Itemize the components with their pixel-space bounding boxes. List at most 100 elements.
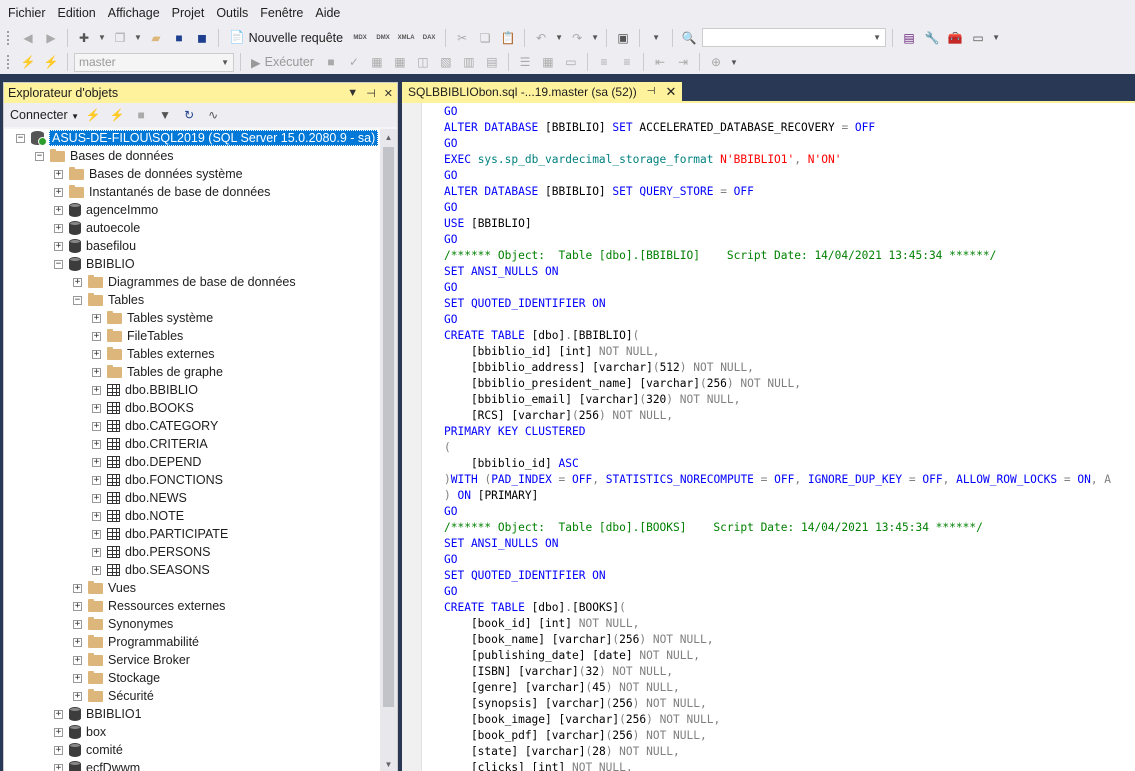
tree-node[interactable]: + Ressources externes xyxy=(73,597,225,615)
tree-node-label[interactable]: ASUS-DE-FILOU\SQL2019 (SQL Server 15.0.2… xyxy=(49,130,379,146)
disconnect-icon[interactable]: ⚡ xyxy=(41,52,61,72)
tree-node-label[interactable]: dbo.CRITERIA xyxy=(125,437,208,451)
menu-edition[interactable]: Edition xyxy=(52,6,102,20)
tree-node-label[interactable]: dbo.NEWS xyxy=(125,491,187,505)
tree-node[interactable]: + basefilou xyxy=(54,237,136,255)
chevron-down-icon[interactable]: ▼ xyxy=(729,52,739,72)
expand-icon[interactable]: + xyxy=(54,763,63,771)
sql-editor[interactable]: GO ALTER DATABASE [BBIBLIO] SET ACCELERAT… xyxy=(402,103,1135,771)
expand-icon[interactable]: + xyxy=(92,493,101,503)
add-item-icon[interactable]: ❐ xyxy=(110,28,130,48)
expand-icon[interactable]: + xyxy=(92,547,101,557)
tree-node-label[interactable]: Bases de données xyxy=(70,149,174,163)
mdx-query-button[interactable]: MDX xyxy=(350,28,370,48)
connect-icon[interactable]: ⚡ xyxy=(18,52,38,72)
tree-node[interactable]: + dbo.PERSONS xyxy=(92,543,210,561)
expand-icon[interactable]: + xyxy=(54,205,63,215)
tree-node[interactable]: + Sécurité xyxy=(73,687,154,705)
tree-node-label[interactable]: dbo.BOOKS xyxy=(125,401,194,415)
tree-node[interactable]: + dbo.BBIBLIO xyxy=(92,381,198,399)
expand-icon[interactable]: + xyxy=(92,565,101,575)
tree-node[interactable]: − Bases de données xyxy=(35,147,174,165)
cut-icon[interactable]: ✂ xyxy=(452,28,472,48)
activity-monitor-icon[interactable]: ▣ xyxy=(613,28,633,48)
pin-icon[interactable]: ⊣ xyxy=(366,87,376,100)
tree-node-label[interactable]: dbo.DEPEND xyxy=(125,455,201,469)
expand-icon[interactable]: + xyxy=(54,223,63,233)
tree-node-label[interactable]: dbo.CATEGORY xyxy=(125,419,218,433)
tree-node[interactable]: + Stockage xyxy=(73,669,160,687)
tree-node[interactable]: + Programmabilité xyxy=(73,633,199,651)
uncomment-icon[interactable]: ≡ xyxy=(617,52,637,72)
expand-icon[interactable]: + xyxy=(92,457,101,467)
expand-icon[interactable]: + xyxy=(92,367,101,377)
back-icon[interactable]: ◀ xyxy=(18,28,38,48)
tree-node[interactable]: + Bases de données système xyxy=(54,165,243,183)
live-stats-icon[interactable]: ▥ xyxy=(459,52,479,72)
tree-node[interactable]: + dbo.DEPEND xyxy=(92,453,201,471)
expand-icon[interactable]: + xyxy=(73,619,82,629)
scroll-down-icon[interactable]: ▼ xyxy=(380,756,397,771)
tree-node[interactable]: + Diagrammes de base de données xyxy=(73,273,296,291)
xmla-query-button[interactable]: XMLA xyxy=(396,28,416,48)
tree-node[interactable]: + autoecole xyxy=(54,219,140,237)
undo-icon[interactable]: ↶ xyxy=(531,28,551,48)
tree-node[interactable]: + dbo.PARTICIPATE xyxy=(92,525,228,543)
expand-icon[interactable]: + xyxy=(73,691,82,701)
increase-indent-icon[interactable]: ⇥ xyxy=(673,52,693,72)
dax-query-button[interactable]: DAX xyxy=(419,28,439,48)
specify-values-icon[interactable]: ⊕ xyxy=(706,52,726,72)
expand-icon[interactable]: + xyxy=(54,727,63,737)
expand-icon[interactable]: + xyxy=(73,583,82,593)
paste-icon[interactable]: 📋 xyxy=(498,28,518,48)
tree-node-label[interactable]: Synonymes xyxy=(108,617,173,631)
tree-node[interactable]: + Vues xyxy=(73,579,136,597)
tree-node-label[interactable]: dbo.PERSONS xyxy=(125,545,210,559)
tree-node[interactable]: + Tables de graphe xyxy=(92,363,223,381)
expand-icon[interactable]: + xyxy=(73,277,82,287)
expand-icon[interactable]: + xyxy=(92,439,101,449)
tree-scrollbar[interactable]: ▲ ▼ xyxy=(380,129,397,771)
tree-node-label[interactable]: Instantanés de base de données xyxy=(89,185,270,199)
database-combo[interactable]: master ▼ xyxy=(74,52,234,72)
tree-node-label[interactable]: dbo.NOTE xyxy=(125,509,184,523)
forward-icon[interactable]: ▶ xyxy=(41,28,61,48)
expand-icon[interactable]: + xyxy=(92,421,101,431)
tree-node[interactable]: + dbo.BOOKS xyxy=(92,399,194,417)
expand-icon[interactable]: + xyxy=(92,313,101,323)
refresh-icon[interactable]: ↻ xyxy=(179,105,199,125)
results-grid-icon[interactable]: ▦ xyxy=(538,52,558,72)
tree-node[interactable]: + Tables externes xyxy=(92,345,215,363)
tree-node-label[interactable]: Sécurité xyxy=(108,689,154,703)
chevron-down-icon[interactable]: ▼ xyxy=(646,28,666,48)
expand-icon[interactable]: + xyxy=(92,475,101,485)
solution-explorer-icon[interactable]: ▤ xyxy=(899,28,919,48)
tree-node-label[interactable]: Stockage xyxy=(108,671,160,685)
tree-node[interactable]: + dbo.CRITERIA xyxy=(92,435,208,453)
tree-node-label[interactable]: Tables système xyxy=(127,311,213,325)
chevron-down-icon[interactable]: ▼ xyxy=(347,87,358,100)
tree-node-label[interactable]: comité xyxy=(86,743,123,757)
window-icon[interactable]: ▭ xyxy=(968,28,988,48)
chevron-down-icon[interactable]: ▼ xyxy=(554,28,564,48)
save-icon[interactable]: ■ xyxy=(169,28,189,48)
results-file-icon[interactable]: ▭ xyxy=(561,52,581,72)
display-plan-icon[interactable]: ▦ xyxy=(367,52,387,72)
tree-node-label[interactable]: Tables externes xyxy=(127,347,215,361)
include-plan-icon[interactable]: ▧ xyxy=(436,52,456,72)
tree-node-label[interactable]: basefilou xyxy=(86,239,136,253)
tree-node[interactable]: − Tables xyxy=(73,291,144,309)
chevron-down-icon[interactable]: ▼ xyxy=(991,28,1001,48)
toolbar-grip[interactable] xyxy=(6,29,11,46)
new-query-button[interactable]: 📄 Nouvelle requête xyxy=(225,28,347,48)
menu-fenetre[interactable]: Fenêtre xyxy=(254,6,309,20)
menu-projet[interactable]: Projet xyxy=(166,6,211,20)
tree-node[interactable]: + agenceImmo xyxy=(54,201,158,219)
scroll-up-icon[interactable]: ▲ xyxy=(380,129,397,145)
open-file-icon[interactable]: ▰ xyxy=(146,28,166,48)
expand-icon[interactable]: + xyxy=(73,655,82,665)
redo-icon[interactable]: ↷ xyxy=(567,28,587,48)
tree-node[interactable]: + dbo.SEASONS xyxy=(92,561,210,579)
save-all-icon[interactable]: ◼ xyxy=(192,28,212,48)
tab-sql-query[interactable]: SQLBBIBLIObon.sql -...19.master (sa (52)… xyxy=(402,82,683,101)
